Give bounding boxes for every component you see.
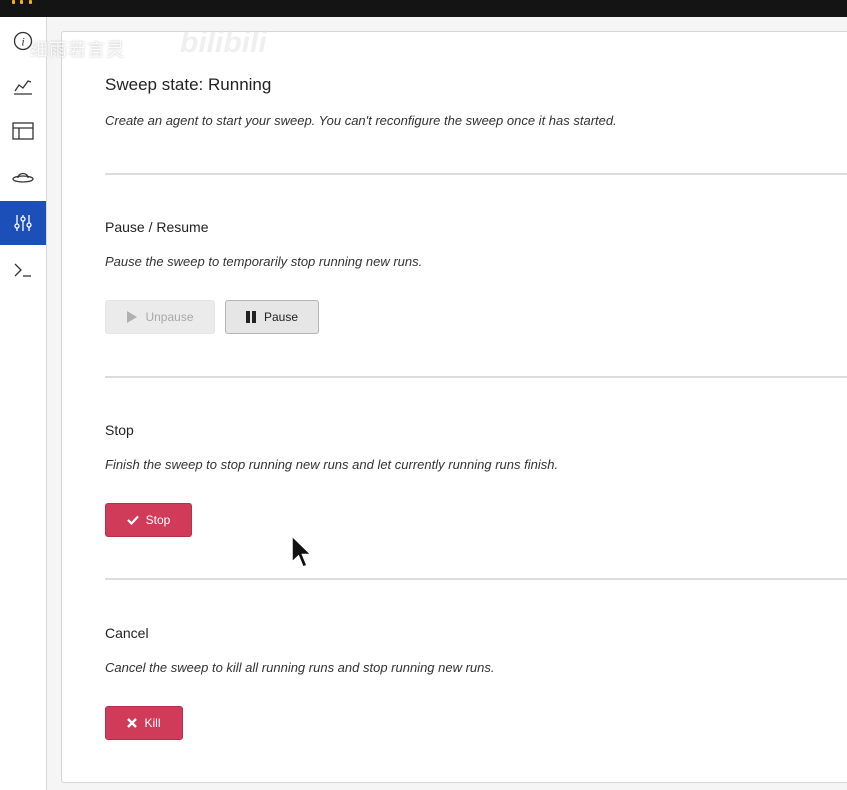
top-bar-dot	[29, 0, 32, 4]
sidebar-item-charts[interactable]	[0, 64, 46, 108]
section-divider	[105, 173, 847, 175]
sidebar-item-sweeps[interactable]	[0, 201, 46, 245]
terminal-icon	[14, 263, 31, 277]
kill-button-label: Kill	[144, 716, 161, 730]
sweep-state-description: Create an agent to start your sweep. You…	[105, 113, 617, 128]
cancel-section-description: Cancel the sweep to kill all running run…	[105, 660, 495, 675]
pause-section-description: Pause the sweep to temporarily stop runn…	[105, 254, 423, 269]
artifacts-hat-icon	[12, 172, 34, 183]
unpause-button[interactable]: Unpause	[105, 300, 215, 334]
pause-button[interactable]: Pause	[225, 300, 319, 334]
sidebar-item-terminal[interactable]	[0, 248, 46, 292]
cancel-section-title: Cancel	[105, 625, 149, 641]
stop-button-label: Stop	[145, 513, 171, 527]
sidebar-item-table[interactable]	[0, 109, 46, 153]
top-bar-dot	[20, 0, 23, 4]
sweep-sliders-icon	[14, 215, 32, 231]
sweep-state-title: Sweep state: Running	[105, 75, 272, 94]
section-divider	[105, 376, 847, 378]
watermark-text: 细雨若言灵	[30, 40, 125, 60]
checkmark-icon	[126, 515, 139, 525]
stop-section-description: Finish the sweep to stop running new run…	[105, 457, 559, 472]
sidebar-item-artifacts[interactable]	[0, 154, 46, 198]
unpause-button-label: Unpause	[145, 310, 194, 324]
top-bar-dot	[12, 0, 15, 4]
svg-text:i: i	[21, 35, 24, 49]
pause-button-label: Pause	[263, 310, 299, 324]
close-icon	[127, 718, 138, 728]
table-icon	[12, 122, 34, 140]
watermark-logo: bilibili	[180, 26, 267, 59]
stop-button[interactable]: Stop	[105, 503, 192, 537]
mouse-cursor-icon	[291, 535, 313, 568]
play-icon	[127, 311, 138, 323]
pause-icon	[245, 311, 256, 323]
pause-section-title: Pause / Resume	[105, 219, 209, 235]
sweep-controls-panel: Sweep state: Running Create an agent to …	[61, 31, 847, 783]
section-divider	[105, 578, 847, 580]
kill-button[interactable]: Kill	[105, 706, 183, 740]
stop-section-title: Stop	[105, 422, 134, 438]
chart-line-icon	[14, 80, 32, 95]
top-bar	[0, 0, 847, 17]
sidebar: i	[0, 17, 47, 790]
